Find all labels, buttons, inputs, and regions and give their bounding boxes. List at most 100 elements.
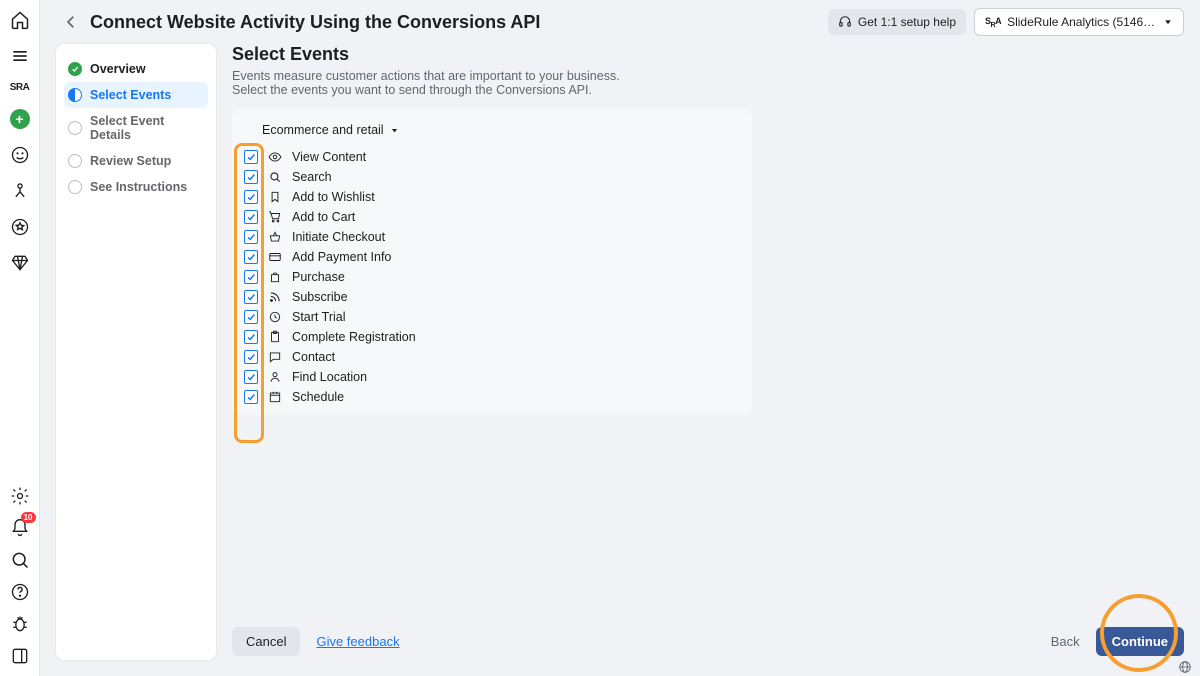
help-icon[interactable] xyxy=(10,582,30,602)
step-pending-icon xyxy=(68,154,82,168)
create-button[interactable]: + xyxy=(10,109,30,129)
step-done-icon xyxy=(68,62,82,76)
event-checkbox[interactable] xyxy=(244,190,258,204)
event-row[interactable]: Contact xyxy=(236,347,748,367)
event-label: Search xyxy=(292,170,332,184)
event-row[interactable]: Complete Registration xyxy=(236,327,748,347)
event-label: Initiate Checkout xyxy=(292,230,385,244)
event-checkbox[interactable] xyxy=(244,150,258,164)
back-button[interactable]: Back xyxy=(1051,634,1080,649)
step-active-icon xyxy=(68,88,82,102)
content-heading: Select Events xyxy=(232,44,1184,65)
setup-help-button[interactable]: Get 1:1 setup help xyxy=(828,9,966,35)
event-checkbox[interactable] xyxy=(244,230,258,244)
card-icon xyxy=(268,250,282,264)
event-row[interactable]: View Content xyxy=(236,147,748,167)
notifications-badge: 10 xyxy=(21,512,36,523)
event-row[interactable]: Schedule xyxy=(236,387,748,407)
event-row[interactable]: Search xyxy=(236,167,748,187)
chevron-down-icon xyxy=(1163,17,1173,27)
account-selector[interactable]: SRA SlideRule Analytics (5146348329... xyxy=(974,8,1184,36)
sidebar-step-review-setup[interactable]: Review Setup xyxy=(64,148,208,174)
event-row[interactable]: Purchase xyxy=(236,267,748,287)
step-pending-icon xyxy=(68,180,82,194)
event-checkbox[interactable] xyxy=(244,350,258,364)
menu-icon[interactable] xyxy=(10,46,30,66)
chevron-down-icon xyxy=(390,126,399,135)
page-title: Connect Website Activity Using the Conve… xyxy=(90,12,540,33)
event-checkbox[interactable] xyxy=(244,330,258,344)
event-label: Complete Registration xyxy=(292,330,416,344)
event-row[interactable]: Subscribe xyxy=(236,287,748,307)
sidebar-step-overview[interactable]: Overview xyxy=(64,56,208,82)
event-checkbox[interactable] xyxy=(244,210,258,224)
event-label: Find Location xyxy=(292,370,367,384)
event-label: Start Trial xyxy=(292,310,346,324)
sidebar-step-select-event-details[interactable]: Select Event Details xyxy=(64,108,208,148)
star-icon[interactable] xyxy=(10,217,30,237)
footer: Cancel Give feedback Back Continue xyxy=(232,627,1184,660)
account-name: SlideRule Analytics (5146348329... xyxy=(1007,15,1157,29)
event-label: Schedule xyxy=(292,390,344,404)
eye-icon xyxy=(268,150,282,164)
content-description: Events measure customer actions that are… xyxy=(232,69,652,97)
event-card: Ecommerce and retail View Content Search A… xyxy=(232,109,752,415)
person-icon xyxy=(268,370,282,384)
event-checkbox[interactable] xyxy=(244,370,258,384)
event-checkbox[interactable] xyxy=(244,250,258,264)
event-checkbox[interactable] xyxy=(244,170,258,184)
category-select[interactable]: Ecommerce and retail xyxy=(252,117,409,143)
sidebar-step-select-events[interactable]: Select Events xyxy=(64,82,208,108)
calendar-icon xyxy=(268,390,282,404)
event-checkbox[interactable] xyxy=(244,290,258,304)
bookmark-icon xyxy=(268,190,282,204)
home-icon[interactable] xyxy=(10,10,30,30)
topbar: Connect Website Activity Using the Conve… xyxy=(40,0,1200,44)
rss-icon xyxy=(268,290,282,304)
event-checkbox[interactable] xyxy=(244,390,258,404)
search-icon xyxy=(268,170,282,184)
search-icon[interactable] xyxy=(10,550,30,570)
emoji-icon[interactable] xyxy=(10,145,30,165)
panel-icon[interactable] xyxy=(10,646,30,666)
diamond-icon[interactable] xyxy=(10,253,30,273)
cancel-button[interactable]: Cancel xyxy=(232,627,300,656)
event-row[interactable]: Find Location xyxy=(236,367,748,387)
clipboard-icon xyxy=(268,330,282,344)
settings-icon[interactable] xyxy=(10,486,30,506)
left-rail: SRA + 10 xyxy=(0,0,40,676)
event-label: Purchase xyxy=(292,270,345,284)
event-label: Contact xyxy=(292,350,335,364)
main-panel: Select Events Events measure customer ac… xyxy=(232,44,1184,660)
chat-icon xyxy=(268,350,282,364)
event-row[interactable]: Start Trial xyxy=(236,307,748,327)
sra-badge[interactable]: SRA xyxy=(10,82,30,93)
continue-button[interactable]: Continue xyxy=(1096,627,1184,656)
sra-mini-icon: SRA xyxy=(985,16,1001,29)
event-label: Add to Cart xyxy=(292,210,355,224)
event-row[interactable]: Add to Cart xyxy=(236,207,748,227)
event-row[interactable]: Add to Wishlist xyxy=(236,187,748,207)
event-row[interactable]: Add Payment Info xyxy=(236,247,748,267)
event-label: Add Payment Info xyxy=(292,250,391,264)
step-pending-icon xyxy=(68,121,82,135)
feedback-link[interactable]: Give feedback xyxy=(316,634,399,649)
event-checkbox[interactable] xyxy=(244,270,258,284)
globe-icon[interactable] xyxy=(1178,660,1192,674)
bug-icon[interactable] xyxy=(10,614,30,634)
cart-icon xyxy=(268,210,282,224)
event-checkbox[interactable] xyxy=(244,310,258,324)
basket-icon xyxy=(268,230,282,244)
clock-icon xyxy=(268,310,282,324)
event-label: View Content xyxy=(292,150,366,164)
event-label: Subscribe xyxy=(292,290,348,304)
audience-icon[interactable] xyxy=(10,181,30,201)
event-row[interactable]: Initiate Checkout xyxy=(236,227,748,247)
headset-icon xyxy=(838,15,852,29)
sidebar-step-see-instructions[interactable]: See Instructions xyxy=(64,174,208,200)
back-icon[interactable] xyxy=(56,7,86,37)
event-label: Add to Wishlist xyxy=(292,190,375,204)
steps-sidebar: Overview Select Events Select Event Deta… xyxy=(56,44,216,660)
bag-icon xyxy=(268,270,282,284)
notifications-icon[interactable]: 10 xyxy=(10,518,30,538)
